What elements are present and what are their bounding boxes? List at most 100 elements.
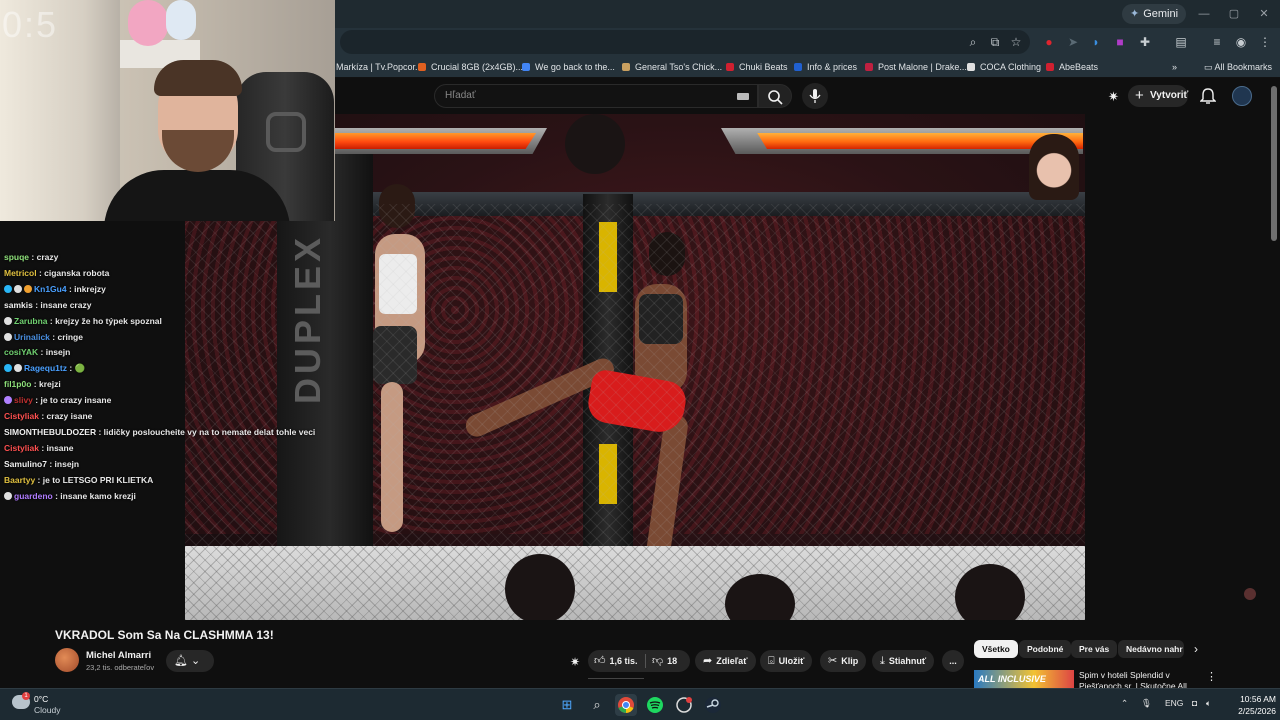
search-button[interactable] [758, 84, 792, 108]
chevron-right-icon[interactable]: › [1194, 642, 1198, 656]
weather-condition[interactable]: Cloudy [34, 705, 60, 715]
chat-username[interactable]: Metricol [4, 268, 37, 278]
language-indicator[interactable]: ENG [1165, 698, 1183, 708]
bookmarks-overflow-icon[interactable]: » [1172, 60, 1177, 74]
chat-username[interactable]: Cistyliak [4, 443, 39, 453]
chrome-icon[interactable] [615, 694, 637, 716]
extension-purple-icon[interactable]: ■ [1111, 33, 1129, 51]
chat-username[interactable]: Kn1Gu4 [34, 284, 67, 294]
chip-recently-uploaded[interactable]: Nedávno nahr [1118, 640, 1184, 658]
windows-start-icon[interactable]: ⊞ [556, 694, 578, 716]
recommended-title[interactable]: Spim v hoteli Splendid v Piešťanoch sr. … [1079, 670, 1194, 688]
share-button[interactable]: ➦ Zdieľať [695, 650, 756, 672]
chat-username[interactable]: Baartyy [4, 475, 35, 485]
save-button[interactable]: ⌺ Uložiť [760, 650, 813, 672]
search-input[interactable]: Hľadať [434, 84, 758, 108]
chat-username[interactable]: guardeno [14, 491, 53, 501]
download-label: Stiahnuť [888, 656, 927, 666]
bookmark-item[interactable]: General Tso's Chick... [622, 60, 722, 74]
extension-red-icon[interactable]: ● [1040, 33, 1058, 51]
clock-date[interactable]: 2/25/2026 [1214, 706, 1276, 716]
cast-icon[interactable]: ⧉ [986, 33, 1004, 51]
chat-username[interactable]: Cistyliak [4, 411, 39, 421]
channel-name[interactable]: Michel Almarri [86, 650, 151, 661]
chat-username[interactable]: samkis [4, 300, 33, 310]
extension-blue-icon[interactable]: ◗ [1087, 33, 1105, 51]
chat-text: cringe [57, 331, 83, 342]
tray-chevron-up-icon[interactable]: ⌃ [1121, 698, 1128, 709]
miniplayer-icon[interactable] [1244, 588, 1256, 600]
bookmark-item[interactable]: Post Malone | Drake... [865, 60, 967, 74]
address-bar[interactable] [340, 30, 1030, 54]
bookmark-item[interactable]: We go back to the... [522, 60, 615, 74]
account-avatar[interactable] [1232, 86, 1252, 106]
profile-icon[interactable]: ◉ [1232, 33, 1250, 51]
spotify-icon[interactable] [644, 694, 666, 716]
ask-sparkle-icon[interactable]: ✷ [570, 655, 580, 669]
bookmark-item[interactable]: Info & prices [794, 60, 857, 74]
chat-username[interactable]: Zarubna [14, 316, 48, 326]
chat-username[interactable]: fil1p0o [4, 379, 31, 389]
media-icon[interactable]: ≡ [1208, 33, 1226, 51]
chat-username[interactable]: Urinalick [14, 332, 50, 342]
chip-all[interactable]: Všetko [974, 640, 1018, 658]
subscription-bell-button[interactable]: 🔔︎ ⌄ [166, 650, 214, 672]
recommended-thumbnail[interactable]: ALL INCLUSIVE [974, 670, 1074, 688]
voice-search-button[interactable] [802, 83, 828, 109]
like-button[interactable]: 👍︎ 1,6 tis. [594, 650, 638, 672]
steam-icon[interactable] [702, 694, 724, 716]
all-bookmarks[interactable]: ▭ All Bookmarks [1204, 60, 1272, 74]
chat-separator: : [29, 252, 37, 262]
chip-similar[interactable]: Podobné [1019, 640, 1072, 658]
gemini-button[interactable]: ✦ Gemini [1122, 4, 1187, 24]
bookmark-label: AbeBeats [1059, 62, 1099, 72]
chat-text: insane [46, 442, 74, 453]
weather-badge: 1 [22, 692, 30, 700]
more-actions-button[interactable]: ... [942, 650, 964, 672]
page-scrollbar[interactable] [1271, 86, 1277, 241]
sidepanel-icon[interactable]: ▤ [1172, 33, 1190, 51]
notifications-bell-icon[interactable] [1200, 87, 1216, 105]
volume-icon[interactable]: 🔈︎ [1206, 698, 1211, 709]
sparkle-icon[interactable]: ✷ [1108, 89, 1119, 105]
bookmark-label: COCA Clothing [980, 62, 1042, 72]
download-button[interactable]: ⤓ Stiahnuť [872, 650, 935, 672]
clock-time[interactable]: 10:56 AM [1214, 694, 1276, 704]
chat-username[interactable]: spuqe [4, 252, 29, 262]
chat-username[interactable]: cosiYAK [4, 347, 38, 357]
search-taskbar-icon[interactable]: ⌕ [586, 694, 608, 716]
zoom-icon[interactable]: ⌕ [964, 33, 982, 51]
microphone-tray-icon[interactable]: 🎙︎ [1141, 698, 1152, 709]
minimize-icon[interactable]: — [1196, 6, 1212, 22]
bookmark-item[interactable]: COCA Clothing [967, 60, 1041, 74]
bookmark-item[interactable]: Chuki Beats [726, 60, 788, 74]
chip-for-you[interactable]: Pre vás [1071, 640, 1118, 658]
chat-username[interactable]: slivy [14, 395, 33, 405]
bookmark-star-icon[interactable]: ☆ [1007, 33, 1025, 51]
chat-username[interactable]: Samulino7 [4, 459, 47, 469]
chat-username[interactable]: SIMONTHEBULDOZER [4, 427, 96, 437]
chat-username[interactable]: Ragequ1tz [24, 363, 67, 373]
bookmark-label: Crucial 8GB (2x4GB)... [431, 62, 524, 72]
extensions-puzzle-icon[interactable]: ✚ [1136, 33, 1154, 51]
recommendation-menu-icon[interactable]: ⋮ [1206, 670, 1217, 683]
bookmark-favicon-icon [522, 63, 530, 71]
temperature[interactable]: 0°C [34, 694, 48, 704]
chat-badge-icon [14, 364, 22, 373]
app-icon[interactable] [673, 694, 695, 716]
bookmark-item[interactable]: Crucial 8GB (2x4GB)... [418, 60, 523, 74]
close-icon[interactable]: ✕ [1256, 6, 1272, 22]
bookmark-item[interactable]: Markíza | Tv.Popcor... [336, 60, 423, 74]
maximize-icon[interactable]: ▢ [1226, 6, 1242, 22]
dislike-button[interactable]: 👎︎ 18 [652, 650, 677, 672]
clip-button[interactable]: ✂ Klip [820, 650, 867, 672]
create-button[interactable]: + Vytvoriť [1128, 85, 1188, 107]
network-icon[interactable]: ◘ [1192, 698, 1197, 708]
extension-arrow-icon[interactable]: ➤ [1064, 33, 1082, 51]
chat-separator: : [38, 411, 47, 421]
menu-icon[interactable]: ⋮ [1256, 33, 1274, 51]
bookmark-item[interactable]: AbeBeats [1046, 60, 1098, 74]
chat-badge-icon [4, 491, 12, 500]
channel-avatar[interactable] [55, 648, 79, 672]
keyboard-icon[interactable] [737, 93, 749, 100]
